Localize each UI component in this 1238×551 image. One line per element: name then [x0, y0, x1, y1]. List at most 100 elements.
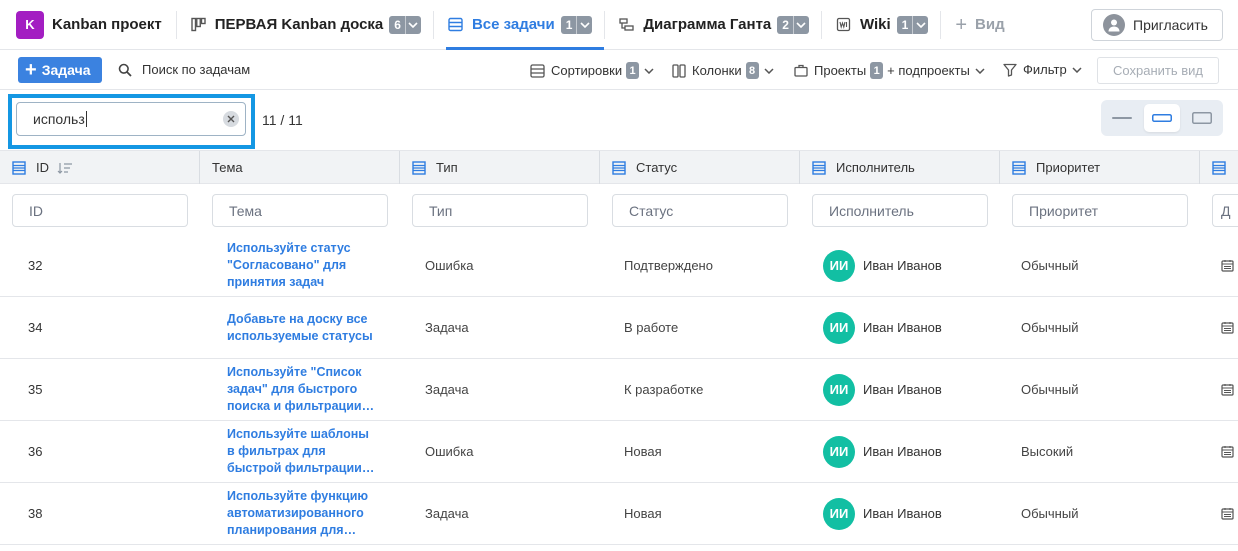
- assignee-name: Иван Иванов: [863, 444, 942, 459]
- density-large-button[interactable]: [1184, 104, 1220, 132]
- filter-subject-input[interactable]: [212, 194, 388, 227]
- wiki-icon: [836, 17, 852, 33]
- task-subject-cell: Используйте "Список задач" для быстрого …: [227, 359, 377, 420]
- project-switcher[interactable]: K Kanban проект: [0, 0, 162, 49]
- task-subject-link[interactable]: Используйте статус "Согласовано" для при…: [227, 240, 377, 291]
- column-drag-icon[interactable]: [412, 160, 426, 175]
- task-subject-link[interactable]: Используйте "Список задач" для быстрого …: [227, 364, 377, 415]
- close-icon: [227, 115, 235, 123]
- column-drag-icon[interactable]: [1012, 160, 1026, 175]
- calendar-icon: [1221, 235, 1234, 296]
- column-header-assignee[interactable]: Исполнитель: [800, 151, 1000, 184]
- chevron-down-icon: [644, 67, 654, 74]
- search-input-value: использ: [33, 111, 85, 127]
- filter-button[interactable]: Фильтр: [1003, 62, 1082, 77]
- filter-type-input[interactable]: [412, 194, 588, 227]
- column-drag-icon[interactable]: [612, 160, 626, 175]
- table-row[interactable]: 38 Используйте функцию автоматизированно…: [0, 483, 1238, 545]
- save-view-button[interactable]: Сохранить вид: [1097, 57, 1219, 84]
- column-header-status[interactable]: Статус: [600, 151, 800, 184]
- board-icon: [191, 17, 207, 33]
- task-status: Новая: [624, 444, 662, 459]
- column-header-priority[interactable]: Приоритет: [1000, 151, 1200, 184]
- filter-label: Фильтр: [1023, 62, 1067, 77]
- task-subject-link[interactable]: Добавьте на доску все используемые стату…: [227, 311, 377, 345]
- view-toolbar: + Задача Поиск по задачам Сортировки 1 К…: [0, 50, 1238, 90]
- column-label: Статус: [636, 160, 678, 175]
- invite-button[interactable]: Пригласить: [1091, 9, 1223, 41]
- task-type: Задача: [425, 506, 469, 521]
- column-header-type[interactable]: Тип: [400, 151, 600, 184]
- tab-label: ПЕРВАЯ Kanban доска: [214, 16, 384, 33]
- assignee-name: Иван Иванов: [863, 258, 942, 273]
- gantt-icon: [619, 17, 635, 33]
- task-subject-link[interactable]: Используйте шаблоны в фильтрах для быстр…: [227, 426, 377, 477]
- task-priority: Обычный: [1021, 382, 1079, 397]
- task-id: 32: [28, 258, 43, 273]
- task-id: 35: [28, 382, 43, 397]
- tab-count-dropdown[interactable]: 1: [896, 15, 929, 34]
- filter-priority-input[interactable]: [1012, 194, 1188, 227]
- column-filters-row: [0, 184, 1238, 234]
- task-type: Ошибка: [425, 444, 474, 459]
- task-assignee: ИИ Иван Иванов: [823, 421, 942, 482]
- avatar: ИИ: [823, 435, 855, 468]
- tab-label: Диаграмма Ганта: [643, 16, 772, 33]
- tab-gantt[interactable]: Диаграмма Ганта 2: [617, 0, 821, 49]
- tab-count: 1: [901, 17, 909, 32]
- tab-count: 2: [782, 17, 789, 32]
- columns-button[interactable]: Колонки 8: [672, 62, 774, 79]
- new-task-button[interactable]: + Задача: [18, 57, 102, 83]
- task-status: К разработке: [624, 382, 704, 397]
- task-subject-cell: Используйте шаблоны в фильтрах для быстр…: [227, 421, 377, 482]
- chevron-down-icon: [576, 15, 592, 34]
- table-row[interactable]: 35 Используйте "Список задач" для быстро…: [0, 359, 1238, 421]
- column-drag-icon[interactable]: [812, 160, 826, 175]
- table-row[interactable]: 32 Используйте статус "Согласовано" для …: [0, 235, 1238, 297]
- table-row[interactable]: 34 Добавьте на доску все используемые ст…: [0, 297, 1238, 359]
- filter-id-input[interactable]: [12, 194, 188, 227]
- tab-label: Wiki: [859, 16, 891, 33]
- task-subject-link[interactable]: Используйте функцию автоматизированного …: [227, 488, 377, 539]
- sort-descending-icon[interactable]: [57, 162, 73, 174]
- clear-search-button[interactable]: [223, 111, 239, 127]
- divider: [432, 10, 434, 39]
- column-header-subject[interactable]: Тема: [200, 151, 400, 184]
- avatar: ИИ: [823, 373, 855, 406]
- sort-button[interactable]: Сортировки 1: [530, 62, 654, 79]
- chevron-down-icon: [792, 15, 809, 34]
- list-icon: [448, 17, 464, 33]
- filter-assignee-input[interactable]: [812, 194, 988, 227]
- add-view-label: Вид: [975, 16, 1005, 33]
- tab-wiki[interactable]: Wiki 1: [834, 0, 940, 49]
- column-header-next[interactable]: [1200, 151, 1238, 184]
- search-input[interactable]: использ: [16, 102, 246, 136]
- search-row: использ 11 / 11: [0, 90, 1238, 150]
- filter-status-input[interactable]: [612, 194, 788, 227]
- projects-button[interactable]: Проекты 1 + подпроекты: [794, 62, 985, 79]
- filter-icon: [1003, 63, 1017, 77]
- invite-label: Пригласить: [1133, 17, 1208, 33]
- chevron-down-icon: [764, 67, 774, 74]
- search-tasks-button[interactable]: Поиск по задачам: [118, 62, 250, 77]
- large-rows-icon: [1192, 112, 1212, 124]
- density-compact-button[interactable]: [1104, 104, 1140, 132]
- table-row[interactable]: 36 Используйте шаблоны в фильтрах для бы…: [0, 421, 1238, 483]
- divider: [604, 10, 606, 39]
- column-header-id[interactable]: ID: [0, 151, 200, 184]
- tab-count-dropdown[interactable]: 1: [560, 15, 593, 34]
- add-view-button[interactable]: + Вид: [941, 15, 1004, 35]
- column-drag-icon[interactable]: [1212, 160, 1226, 175]
- column-drag-icon[interactable]: [12, 160, 26, 175]
- calendar-icon: [1221, 421, 1234, 482]
- chevron-down-icon: [1072, 66, 1082, 73]
- plus-icon: +: [955, 13, 968, 36]
- tab-count-dropdown[interactable]: 6: [389, 15, 421, 34]
- task-priority: Обычный: [1021, 258, 1079, 273]
- density-medium-button[interactable]: [1144, 104, 1180, 132]
- project-badge: K: [16, 10, 44, 39]
- tab-kanban-board[interactable]: ПЕРВАЯ Kanban доска 6: [189, 0, 433, 49]
- tab-count-dropdown[interactable]: 2: [777, 15, 809, 34]
- tab-all-tasks[interactable]: Все задачи 1: [445, 0, 605, 50]
- filter-next-input[interactable]: [1212, 194, 1238, 227]
